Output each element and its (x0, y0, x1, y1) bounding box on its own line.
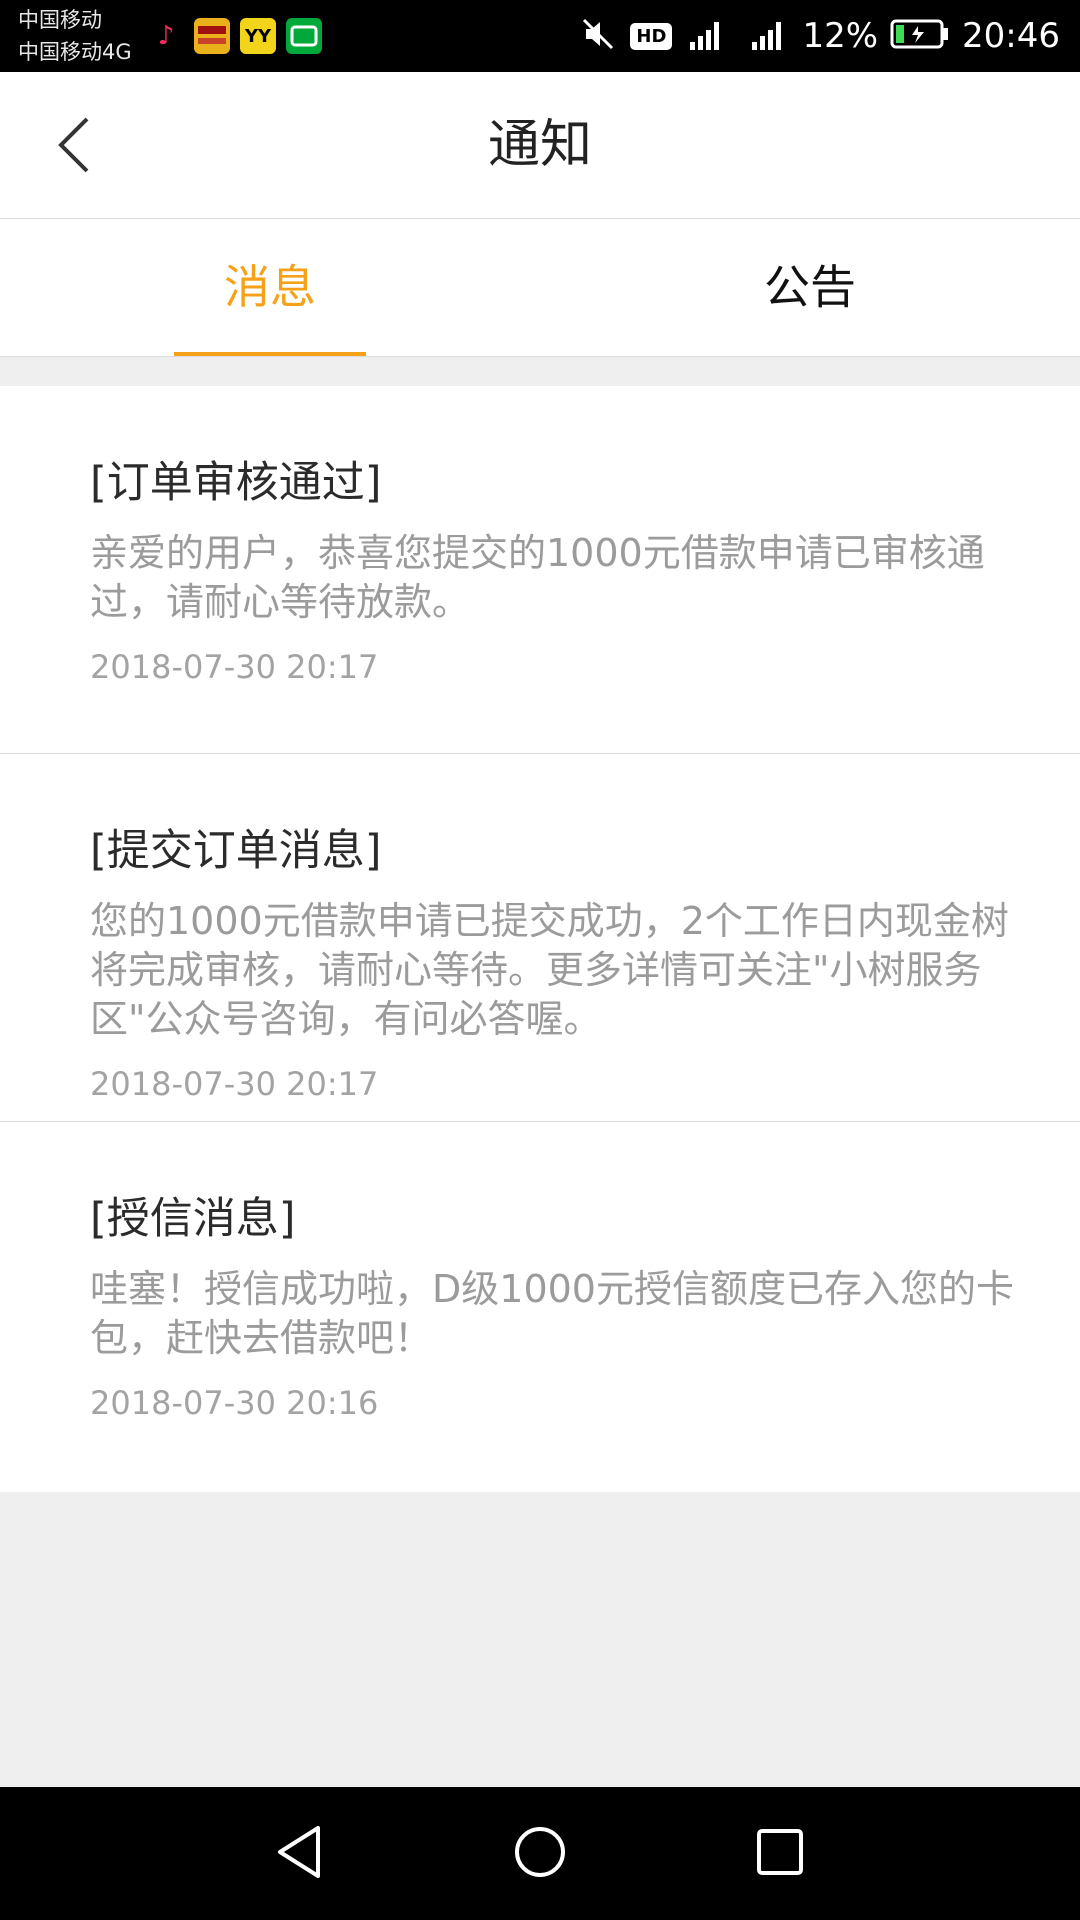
message-list: [订单审核通过] 亲爱的用户，恭喜您提交的1000元借款申请已审核通过，请耐心等… (0, 386, 1080, 1492)
nav-recents-button[interactable] (740, 1817, 820, 1887)
tab-announcements[interactable]: 公告 (540, 219, 1080, 356)
tab-messages[interactable]: 消息 (0, 219, 540, 356)
message-title: [提交订单消息] (90, 826, 382, 876)
news-app-icon (194, 18, 230, 54)
list-item[interactable]: [授信消息] 哇塞！授信成功啦，D级1000元授信额度已存入您的卡包，赶快去借款… (0, 1122, 1080, 1492)
message-body: 亲爱的用户，恭喜您提交的1000元借款申请已审核通过，请耐心等待放款。 (90, 531, 985, 624)
active-tab-indicator (174, 352, 366, 356)
message-title: [授信消息] (90, 1194, 296, 1244)
message-title: [订单审核通过] (90, 458, 382, 508)
message-time: 2018-07-30 20:17 (90, 1065, 379, 1103)
iqiyi-app-icon (286, 18, 322, 54)
list-item[interactable]: [订单审核通过] 亲爱的用户，恭喜您提交的1000元借款申请已审核通过，请耐心等… (0, 386, 1080, 754)
signal-icon (684, 14, 728, 58)
yy-app-icon: YY (240, 18, 276, 54)
nav-back-button[interactable] (260, 1817, 340, 1887)
battery-icon (890, 18, 950, 54)
battery-percent: 12% (802, 16, 879, 56)
tab-bar: 消息 公告 (0, 219, 1080, 357)
clock: 20:46 (962, 16, 1060, 56)
hd-badge: HD (630, 22, 673, 50)
carrier-label-2: 中国移动4G (18, 40, 132, 64)
nav-home-button[interactable] (500, 1817, 580, 1887)
message-body: 您的1000元借款申请已提交成功，2个工作日内现金树将完成审核，请耐心等待。更多… (90, 899, 1009, 1041)
app-header: 通知 (0, 72, 1080, 219)
notification-app-icons: ♪ YY (148, 18, 322, 54)
status-indicators: HD 12% 20:46 (578, 0, 1060, 72)
nav-home-icon (515, 1827, 565, 1877)
message-body: 哇塞！授信成功啦，D级1000元授信额度已存入您的卡包，赶快去借款吧！ (90, 1267, 1014, 1360)
list-item[interactable]: [提交订单消息] 您的1000元借款申请已提交成功，2个工作日内现金树将完成审核… (0, 754, 1080, 1122)
page-title: 通知 (487, 115, 592, 175)
message-time: 2018-07-30 20:16 (90, 1384, 379, 1422)
nav-recents-icon (757, 1829, 803, 1875)
signal-4g-icon (740, 14, 790, 58)
status-bar: 中国移动 中国移动4G ♪ YY HD 12% 20:46 (0, 0, 1080, 72)
system-nav-bar (0, 1787, 1080, 1920)
message-time: 2018-07-30 20:17 (90, 648, 379, 686)
tiktok-icon: ♪ (148, 18, 184, 54)
carrier-label-1: 中国移动 (18, 8, 102, 32)
notification-screen: 中国移动 中国移动4G ♪ YY HD 12% 20:46 通知 消息 公告 [… (0, 0, 1080, 1920)
mute-icon (578, 14, 618, 58)
nav-back-icon (278, 1826, 320, 1878)
